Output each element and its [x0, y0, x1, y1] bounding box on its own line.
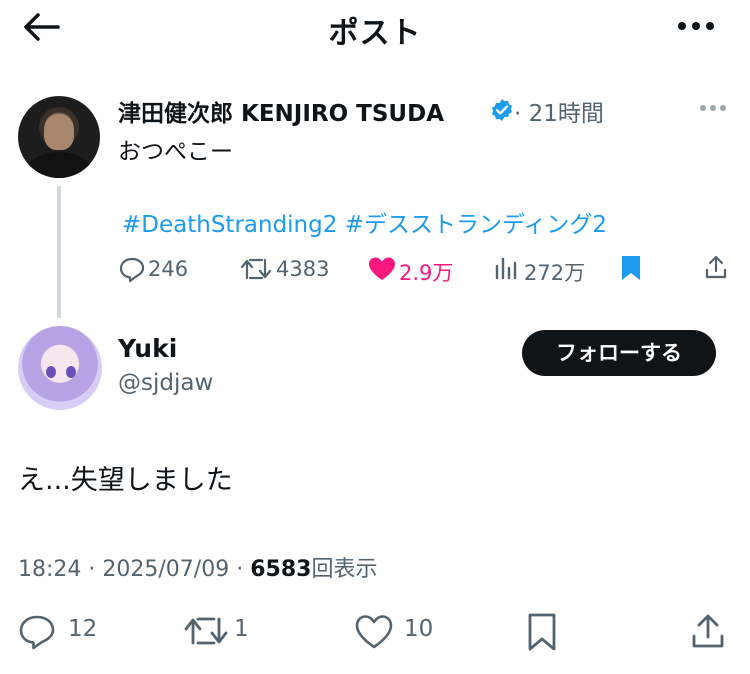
- repost-icon[interactable]: [240, 256, 272, 282]
- more-options-icon[interactable]: [676, 20, 716, 32]
- more-options-icon[interactable]: [698, 103, 728, 113]
- like-count: 10: [404, 616, 434, 642]
- views-count: 272万: [524, 261, 586, 285]
- share-icon[interactable]: [690, 612, 726, 650]
- reply-icon[interactable]: [118, 256, 146, 282]
- author-handle[interactable]: @sjdjaw: [118, 370, 213, 396]
- bookmark-filled-icon[interactable]: [620, 254, 642, 282]
- post-meta: 18:24 · 2025/07/09 · 6583回表示: [18, 557, 378, 582]
- hashtag-link[interactable]: #デスストランディング2: [345, 212, 607, 238]
- avatar[interactable]: [18, 96, 100, 178]
- author-name[interactable]: Yuki: [118, 334, 177, 363]
- post-time[interactable]: 18:24: [18, 557, 81, 582]
- thread-line: [57, 186, 61, 318]
- verified-badge-icon: [492, 99, 512, 121]
- views-chart-icon[interactable]: [494, 256, 518, 280]
- views-count: 6583: [250, 557, 312, 582]
- post-time[interactable]: · 21時間: [514, 94, 604, 128]
- views-label: 回表示: [311, 557, 378, 582]
- hashtags: #DeathStranding2 #デスストランディング2: [122, 205, 607, 239]
- like-count: 2.9万: [399, 261, 454, 285]
- follow-button[interactable]: フォローする: [522, 330, 716, 376]
- post-text: おつぺこー: [118, 139, 233, 165]
- hashtag-link[interactable]: #DeathStranding2: [122, 212, 337, 238]
- share-icon[interactable]: [704, 254, 728, 280]
- post-text: え...失望しました: [18, 465, 233, 496]
- post-date[interactable]: 2025/07/09: [102, 557, 229, 582]
- page-title: ポスト: [328, 16, 422, 51]
- reply-count: 246: [148, 257, 189, 281]
- repost-count: 1: [234, 616, 249, 642]
- repost-count: 4383: [276, 257, 330, 281]
- reply-count: 12: [68, 616, 98, 642]
- heart-icon[interactable]: [354, 614, 394, 650]
- repost-icon[interactable]: [184, 614, 228, 648]
- bookmark-icon[interactable]: [526, 612, 558, 652]
- avatar[interactable]: [18, 326, 102, 410]
- author-name[interactable]: 津田健次郎 KENJIRO TSUDA: [118, 94, 444, 128]
- heart-filled-icon[interactable]: [368, 256, 396, 282]
- reply-icon[interactable]: [18, 614, 56, 650]
